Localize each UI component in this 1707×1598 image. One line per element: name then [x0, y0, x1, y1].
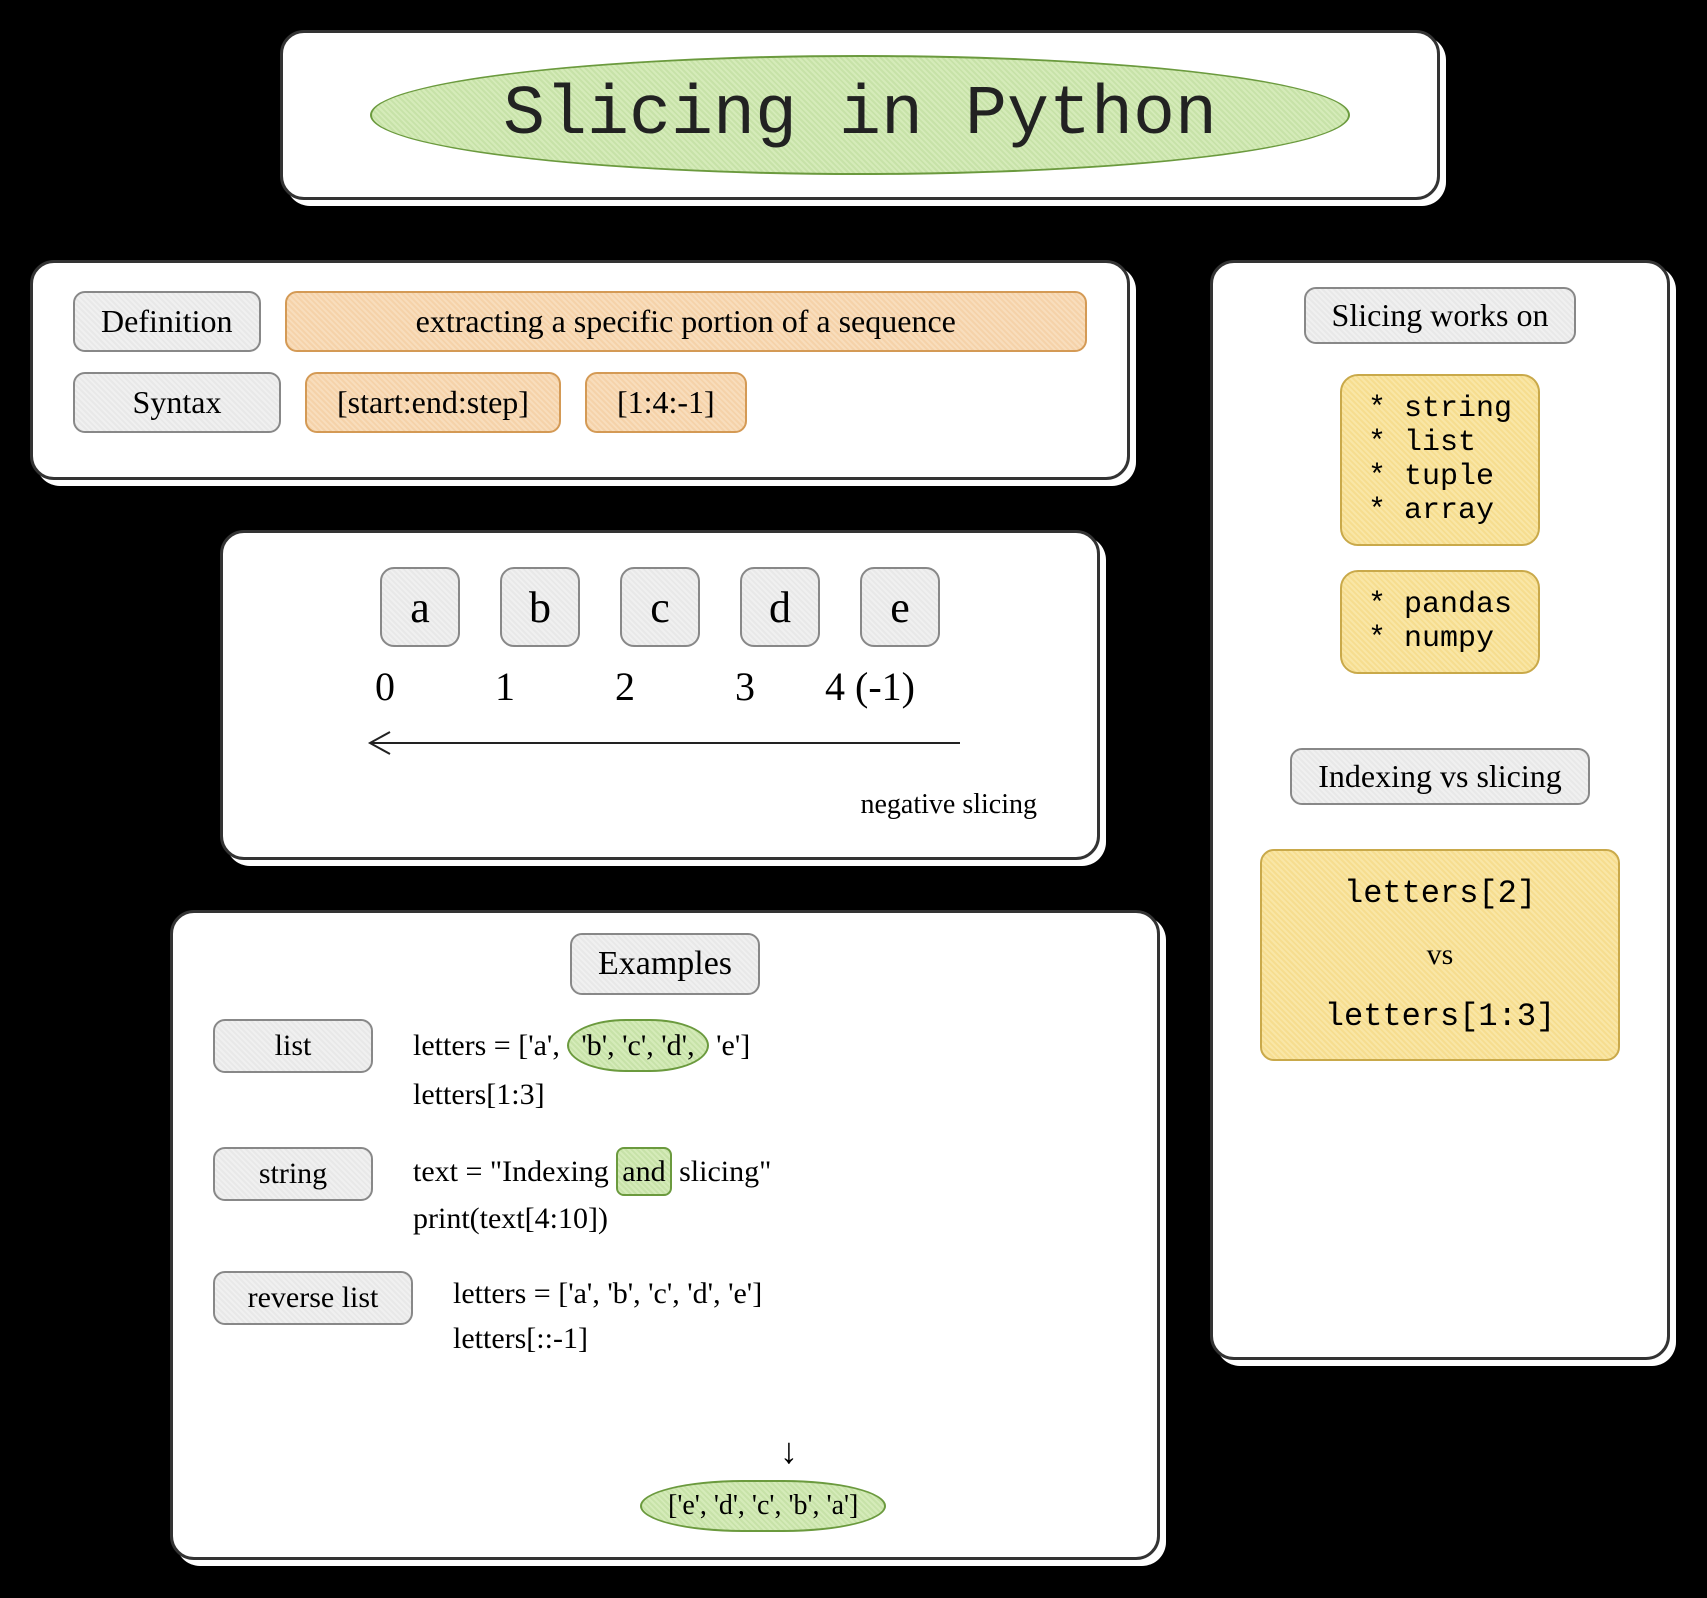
definition-label: Definition [73, 291, 261, 352]
syntax-label: Syntax [73, 372, 281, 433]
letters-row: a b c d e [263, 567, 1057, 647]
index-row: 0 1 2 3 4 (-1) [263, 663, 1057, 710]
syntax-example: [1:4:-1] [585, 372, 747, 433]
title-panel: Slicing in Python [280, 30, 1440, 200]
works-on-group2: * pandas * numpy [1340, 570, 1540, 674]
example-string-row: string text = "Indexing and slicing" pri… [213, 1147, 1117, 1241]
index-demo-panel: a b c d e 0 1 2 3 4 (-1) negative slicin… [220, 530, 1100, 860]
index-cell: 1 [465, 663, 545, 710]
index-cell: 3 [705, 663, 785, 710]
example-reverse-row: reverse list letters = ['a', 'b', 'c', '… [213, 1271, 1117, 1361]
syntax-pattern: [start:end:step] [305, 372, 561, 433]
definition-text: extracting a specific portion of a seque… [285, 291, 1087, 352]
letter-box: d [740, 567, 820, 647]
string-highlight: and [616, 1147, 671, 1196]
index-cell: 2 [585, 663, 665, 710]
down-arrow-icon: ↓ [780, 1430, 798, 1472]
indexing-vs-box: letters[2] vs letters[1:3] [1260, 849, 1620, 1061]
definition-panel: Definition extracting a specific portion… [30, 260, 1130, 480]
example-list-label: list [213, 1019, 373, 1073]
example-list-row: list letters = ['a', 'b', 'c', 'd', 'e']… [213, 1019, 1117, 1117]
works-on-heading: Slicing works on [1304, 287, 1577, 344]
works-on-group1: * string * list * tuple * array [1340, 374, 1540, 546]
negative-arrow [350, 728, 970, 758]
syntax-row: Syntax [start:end:step] [1:4:-1] [73, 372, 1087, 433]
side-panel: Slicing works on * string * list * tuple… [1210, 260, 1670, 1360]
negative-slicing-label: negative slicing [860, 789, 1037, 821]
reverse-result: ['e', 'd', 'c', 'b', 'a'] [640, 1480, 886, 1532]
letter-box: c [620, 567, 700, 647]
example-list-code: letters = ['a', 'b', 'c', 'd', 'e'] lett… [413, 1019, 750, 1117]
example-reverse-label: reverse list [213, 1271, 413, 1325]
index-cell: 0 [345, 663, 425, 710]
definition-row: Definition extracting a specific portion… [73, 291, 1087, 352]
letter-box: b [500, 567, 580, 647]
title-ellipse: Slicing in Python [370, 55, 1350, 175]
letter-box: a [380, 567, 460, 647]
letter-box: e [860, 567, 940, 647]
examples-panel: Examples list letters = ['a', 'b', 'c', … [170, 910, 1160, 1560]
indexing-vs-heading: Indexing vs slicing [1290, 748, 1590, 805]
example-reverse-code: letters = ['a', 'b', 'c', 'd', 'e'] lett… [453, 1271, 762, 1361]
last-index-cell: 4 (-1) [825, 663, 975, 710]
examples-heading: Examples [570, 933, 760, 995]
page-title: Slicing in Python [503, 76, 1217, 155]
list-highlight: 'b', 'c', 'd', [567, 1019, 708, 1072]
example-string-code: text = "Indexing and slicing" print(text… [413, 1147, 771, 1241]
example-string-label: string [213, 1147, 373, 1201]
